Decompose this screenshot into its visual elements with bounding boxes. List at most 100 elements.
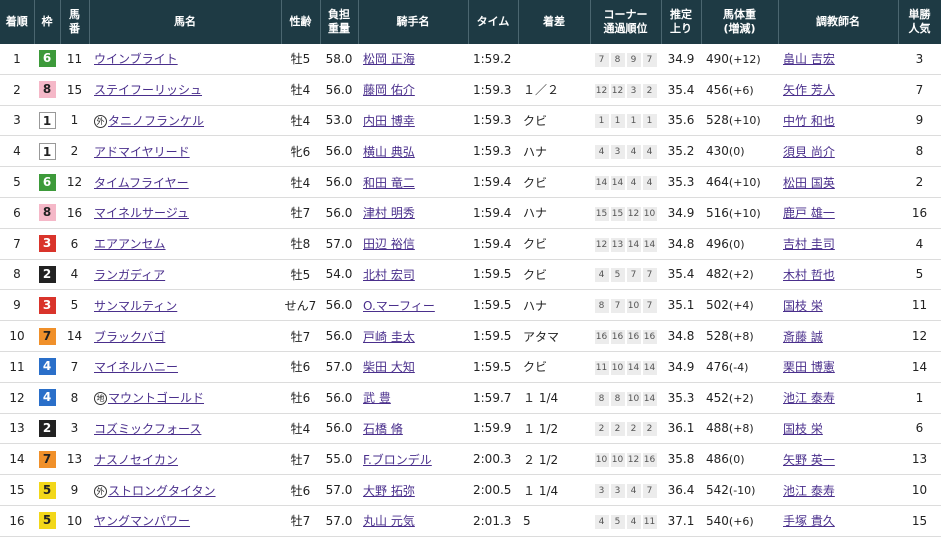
trainer-link[interactable]: 池江 泰寿: [783, 391, 835, 405]
trainer-cell: 矢作 芳人: [778, 74, 898, 106]
horse-name-link[interactable]: ナスノセイカン: [94, 453, 178, 467]
waku-cell: 5: [34, 505, 60, 537]
header-rank: 着順: [0, 0, 35, 44]
carried-weight: 57.0: [320, 228, 358, 260]
corner-position: 10: [610, 453, 625, 468]
jockey-link[interactable]: 津村 明秀: [363, 206, 415, 220]
rank: 3: [0, 105, 34, 137]
trainer-link[interactable]: 松田 国英: [783, 176, 835, 190]
trainer-link[interactable]: 国枝 栄: [783, 299, 823, 313]
trainer-cell: 斎藤 誠: [778, 320, 898, 352]
table-row: 4 1 2 アドマイヤリード 牝6 56.0 横山 典弘 1:59.3 ハナ 4 3 4 4 35.2 43…: [0, 135, 941, 168]
jockey-cell: 和田 竜二: [358, 166, 468, 198]
trainer-link[interactable]: 吉村 圭司: [783, 237, 835, 251]
header-last-label: 推定上り: [670, 8, 692, 35]
results-table: 着順 枠 馬番 馬名 性齢 負担重量 騎手名 タイム 着差 コーナー通過順位 推…: [0, 0, 941, 537]
trainer-cell: 畠山 吉宏: [778, 44, 898, 75]
waku-cell: 8: [34, 74, 60, 106]
jockey-link[interactable]: 和田 竜二: [363, 176, 415, 190]
jockey-link[interactable]: 戸崎 圭太: [363, 330, 415, 344]
corner-cell: 4577: [590, 259, 661, 291]
jockey-link[interactable]: F.ブロンデル: [363, 453, 432, 467]
race-time: 1:59.3: [468, 74, 518, 106]
jockey-link[interactable]: 北村 宏司: [363, 268, 415, 282]
race-time: 1:59.9: [468, 413, 518, 445]
rank: 9: [0, 289, 34, 322]
horse-name-link[interactable]: ブラックバゴ: [94, 330, 165, 344]
waku-cell: 7: [34, 443, 60, 476]
jockey-link[interactable]: 田辺 裕信: [363, 237, 415, 251]
trainer-link[interactable]: 中竹 和也: [783, 114, 835, 128]
jockey-link[interactable]: 横山 典弘: [363, 145, 415, 159]
trainer-link[interactable]: 木村 哲也: [783, 268, 835, 282]
horse-name-link[interactable]: マイネルハニー: [94, 360, 178, 374]
body-weight: 496: [706, 236, 729, 251]
horse-name-link[interactable]: ストロングタイタン: [108, 484, 216, 498]
trainer-link[interactable]: 畠山 吉宏: [783, 52, 835, 66]
last-3f: 34.9: [661, 351, 701, 383]
rank: 1: [0, 44, 34, 75]
waku-cell: 1: [34, 135, 60, 168]
trainer-link[interactable]: 須貝 尚介: [783, 145, 835, 159]
corner-position: 4: [626, 176, 641, 191]
corner-position: 5: [610, 514, 625, 529]
corner-position: 3: [610, 484, 625, 499]
trainer-link[interactable]: 斎藤 誠: [783, 330, 823, 344]
trainer-link[interactable]: 手塚 貴久: [783, 514, 835, 528]
horse-number: 12: [60, 166, 89, 198]
horse-number: 5: [60, 289, 89, 322]
table-row: 8 2 4 ランガディア 牡5 54.0 北村 宏司 1:59.5 クビ 4 5 7 7 35.4 482(…: [0, 259, 941, 291]
horse-name-link[interactable]: タイムフライヤー: [94, 176, 189, 190]
horse-name-link[interactable]: タニノフランケル: [108, 114, 204, 128]
trainer-link[interactable]: 池江 泰寿: [783, 484, 835, 498]
last-3f: 35.8: [661, 443, 701, 476]
horse-name-link[interactable]: マウントゴールド: [108, 391, 204, 405]
body-weight-diff: (-4): [728, 360, 749, 374]
horse-name-link[interactable]: マイネルサージュ: [94, 206, 189, 220]
corner-positions: 3347: [594, 482, 658, 499]
foreign-horse-mark-icon: 外: [94, 114, 107, 128]
trainer-link[interactable]: 鹿戸 雄一: [783, 206, 835, 220]
horse-name-link[interactable]: サンマルティン: [94, 299, 177, 313]
jockey-link[interactable]: 柴田 大知: [363, 360, 415, 374]
horse-name-cell: コズミックフォース: [89, 413, 281, 445]
trainer-link[interactable]: 矢作 芳人: [783, 83, 835, 97]
body-weight-cell: 528(+10): [701, 105, 778, 137]
horse-name-link[interactable]: エアアンセム: [94, 237, 166, 251]
corner-position: 14: [610, 176, 625, 191]
jockey-link[interactable]: 藤岡 佑介: [363, 83, 415, 97]
margin: １ 1/2: [518, 413, 590, 445]
header-bodyweight-label: 馬体重(増減): [723, 8, 756, 35]
corner-cell: 16 16 16 16: [590, 320, 661, 352]
jockey-cell: 藤岡 佑介: [358, 74, 468, 106]
corner-cell: 2222: [590, 413, 661, 445]
sex-age: 牡6: [281, 382, 320, 414]
last-3f: 35.3: [661, 166, 701, 198]
waku-badge: 3: [38, 235, 56, 253]
trainer-link[interactable]: 矢野 英一: [783, 453, 835, 467]
jockey-link[interactable]: 内田 博幸: [363, 114, 415, 128]
jockey-link[interactable]: 丸山 元気: [363, 514, 415, 528]
horse-name-link[interactable]: ランガディア: [94, 268, 165, 282]
jockey-link[interactable]: 大野 拓弥: [363, 484, 415, 498]
body-weight-cell: 528(+8): [701, 320, 778, 352]
corner-position: 16: [642, 330, 657, 345]
jockey-link[interactable]: O.マーフィー: [363, 299, 435, 313]
header-margin: 着差: [518, 0, 591, 44]
body-weight-diff: (+10): [728, 114, 761, 128]
trainer-link[interactable]: 栗田 博憲: [783, 360, 835, 374]
jockey-link[interactable]: 松岡 正海: [363, 52, 415, 66]
waku-badge: 7: [38, 450, 56, 468]
rank: 12: [0, 382, 34, 414]
horse-name-link[interactable]: ステイフーリッシュ: [94, 83, 202, 97]
horse-name-link[interactable]: ヤングマンパワー: [94, 514, 190, 528]
popularity: 7: [898, 74, 941, 106]
margin: ハナ: [518, 197, 590, 229]
body-weight: 476: [706, 359, 729, 374]
horse-name-link[interactable]: アドマイヤリード: [94, 145, 190, 159]
jockey-link[interactable]: 石橋 脩: [363, 422, 403, 436]
horse-name-link[interactable]: ウインブライト: [94, 52, 178, 66]
horse-name-link[interactable]: コズミックフォース: [94, 422, 201, 436]
jockey-link[interactable]: 武 豊: [363, 391, 391, 405]
trainer-link[interactable]: 国枝 栄: [783, 422, 823, 436]
